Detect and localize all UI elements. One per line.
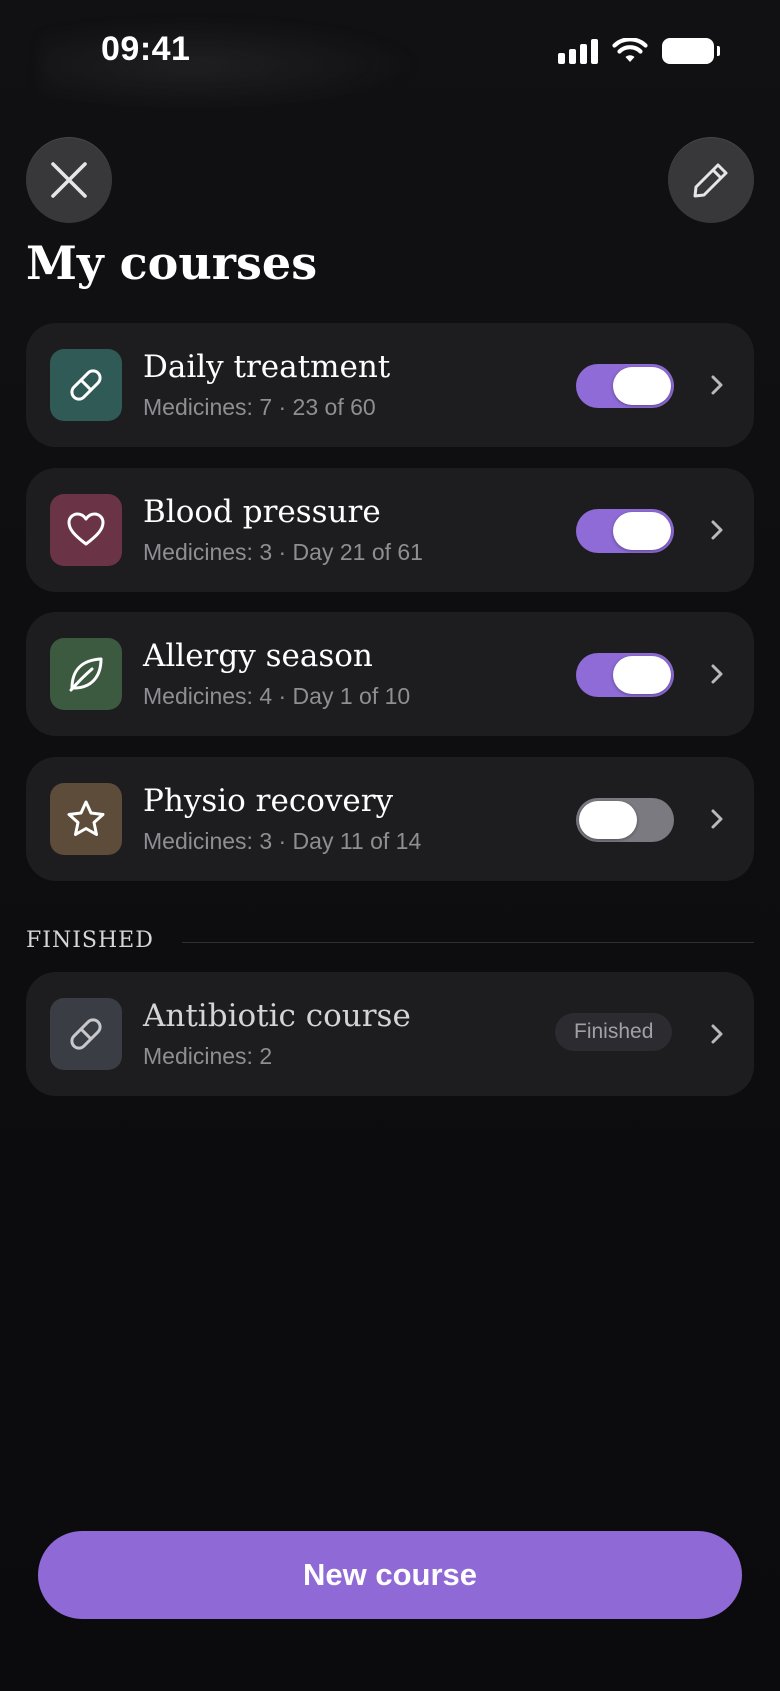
my-courses-screen: 09:41 My courses Daily treatment Medicin…	[0, 0, 780, 1691]
heart-icon	[67, 512, 105, 546]
close-icon	[51, 162, 87, 198]
page-title: My courses	[26, 236, 318, 290]
course-subtitle: Medicines: 3 · Day 11 of 14	[143, 828, 422, 854]
chevron-right-icon[interactable]	[702, 515, 732, 545]
chevron-right-icon[interactable]	[702, 1019, 732, 1049]
course-toggle[interactable]	[576, 364, 674, 408]
chevron-right-icon[interactable]	[702, 659, 732, 689]
pencil-icon	[693, 163, 728, 198]
course-icon-tile	[50, 783, 122, 855]
course-title: Allergy season	[143, 638, 373, 674]
course-card-blood-pressure[interactable]: Blood pressure Medicines: 3 · Day 21 of …	[26, 468, 754, 592]
toggle-knob	[613, 656, 671, 694]
chevron-right-icon[interactable]	[702, 804, 732, 834]
course-card-physio-recovery[interactable]: Physio recovery Medicines: 3 · Day 11 of…	[26, 757, 754, 881]
course-title: Physio recovery	[143, 783, 394, 819]
course-toggle[interactable]	[576, 798, 674, 842]
course-card-antibiotic-course[interactable]: Antibiotic course Medicines: 2 Finished	[26, 972, 754, 1096]
battery-icon	[662, 38, 720, 64]
leaf-icon	[69, 657, 103, 692]
course-subtitle: Medicines: 2	[143, 1043, 273, 1069]
chevron-right-icon[interactable]	[702, 370, 732, 400]
finished-section-label: FINISHED	[26, 928, 154, 953]
course-icon-tile	[50, 349, 122, 421]
course-icon-tile	[50, 638, 122, 710]
star-icon	[67, 800, 105, 836]
toggle-knob	[579, 801, 637, 839]
course-icon-tile	[50, 998, 122, 1070]
status-icons	[558, 38, 720, 64]
pill-icon	[70, 1018, 102, 1050]
course-icon-tile	[50, 494, 122, 566]
close-button[interactable]	[26, 137, 112, 223]
wifi-icon	[612, 38, 648, 62]
toggle-knob	[613, 367, 671, 405]
course-toggle[interactable]	[576, 509, 674, 553]
status-badge: Finished	[555, 1013, 673, 1051]
section-divider	[182, 942, 754, 943]
new-course-button[interactable]: New course	[38, 1531, 742, 1619]
course-subtitle: Medicines: 3 · Day 21 of 61	[143, 539, 423, 565]
course-title: Blood pressure	[143, 494, 381, 530]
pill-icon	[70, 369, 102, 401]
status-bar-backdrop	[40, 20, 420, 110]
status-time: 09:41	[101, 30, 191, 68]
course-title: Antibiotic course	[143, 998, 411, 1034]
toggle-knob	[613, 512, 671, 550]
edit-button[interactable]	[668, 137, 754, 223]
course-card-allergy-season[interactable]: Allergy season Medicines: 4 · Day 1 of 1…	[26, 612, 754, 736]
course-title: Daily treatment	[143, 349, 391, 385]
cellular-signal-icon	[558, 38, 598, 64]
status-bar: 09:41	[0, 0, 780, 110]
course-subtitle: Medicines: 7 · 23 of 60	[143, 394, 376, 420]
course-card-daily-treatment[interactable]: Daily treatment Medicines: 7 · 23 of 60	[26, 323, 754, 447]
course-toggle[interactable]	[576, 653, 674, 697]
course-subtitle: Medicines: 4 · Day 1 of 10	[143, 683, 411, 709]
